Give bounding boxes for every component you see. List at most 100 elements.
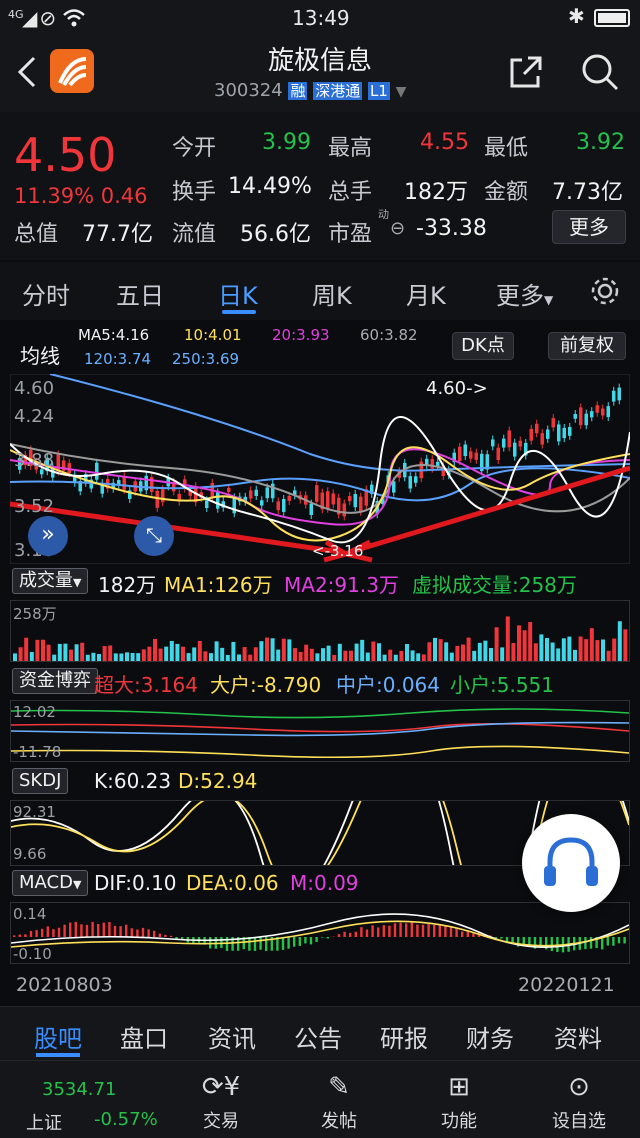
- macd-bar: [153, 930, 156, 937]
- tab-more[interactable]: 更多▼: [496, 276, 553, 311]
- macd-axis-bottom: -0.10: [13, 945, 52, 963]
- macd-bar: [57, 927, 61, 937]
- macd-bar: [455, 927, 458, 937]
- skdj-indicator-selector[interactable]: SKDJ: [12, 768, 69, 794]
- volume-bar: [259, 641, 264, 661]
- macd-bar: [181, 937, 184, 939]
- dock-watchlist[interactable]: ⊙ 设自选: [534, 1067, 624, 1133]
- volume-bar: [52, 654, 57, 661]
- index-name: 上证: [26, 1113, 62, 1134]
- tab-orderbook[interactable]: 盘口: [120, 1019, 168, 1054]
- period-tabs: 分时 五日 日K 周K 月K 更多▼: [0, 262, 640, 320]
- dropdown-icon[interactable]: ▼: [396, 84, 407, 100]
- ma-toggle[interactable]: 均线: [20, 340, 60, 369]
- adjust-button[interactable]: 前复权: [548, 332, 626, 360]
- volume-bar: [276, 649, 281, 661]
- volume-bar: [141, 649, 146, 661]
- mktcap-label: 总值: [14, 222, 59, 247]
- volume-bar: [511, 642, 516, 661]
- volume-plot[interactable]: 258万: [10, 600, 630, 662]
- search-icon[interactable]: [580, 52, 620, 92]
- skdj-k: K:60.23: [94, 769, 172, 793]
- expand-left-icon[interactable]: »: [28, 516, 68, 556]
- tab-announcements[interactable]: 公告: [294, 1019, 342, 1054]
- volume-indicator-selector[interactable]: 成交量▼: [12, 568, 89, 594]
- tab-daily-k[interactable]: 日K: [218, 276, 258, 311]
- volume-bar: [550, 642, 555, 661]
- macd-dea: DEA:0.06: [186, 871, 279, 895]
- macd-bar: [354, 931, 357, 937]
- volume-bar: [209, 653, 213, 661]
- tab-forum[interactable]: 股吧: [34, 1019, 82, 1054]
- stock-name: 旋极信息: [267, 46, 372, 76]
- macd-bar: [612, 937, 615, 946]
- macd-indicator-selector[interactable]: MACD▼: [12, 870, 89, 896]
- edit-icon: ✎: [328, 1072, 350, 1102]
- volume-bar: [483, 640, 488, 661]
- float-value: 56.6亿: [240, 222, 311, 247]
- fund-plot[interactable]: 12.02 -11.78: [10, 700, 630, 762]
- macd-bar: [74, 921, 77, 937]
- macd-bars: [10, 913, 630, 953]
- macd-bar: [511, 937, 514, 943]
- audio-float-button[interactable]: [522, 814, 620, 912]
- macd-bar: [433, 924, 436, 937]
- index-ticker[interactable]: 3534.71 上证 -0.57%: [0, 1061, 170, 1138]
- virtual-volume: 虚拟成交量:258万: [412, 573, 577, 597]
- tab-weekly-k[interactable]: 周K: [312, 276, 352, 311]
- kline-main-plot[interactable]: [10, 374, 630, 564]
- volume-bar: [181, 646, 185, 661]
- volume-bar: [169, 640, 174, 661]
- tab-five-day[interactable]: 五日: [116, 276, 164, 311]
- tab-news[interactable]: 资讯: [208, 1019, 256, 1054]
- macd-bar: [449, 926, 453, 937]
- tab-monthly-k[interactable]: 月K: [406, 276, 446, 311]
- volume-bar: [80, 642, 85, 661]
- volume-bar: [24, 637, 29, 661]
- low-value: 3.92: [576, 130, 625, 155]
- macd-bar: [382, 925, 385, 937]
- dk-point-button[interactable]: DK点: [452, 332, 514, 360]
- content-tab-indicator: [36, 1053, 80, 1057]
- volume-bar: [472, 650, 477, 661]
- volume-bar: [197, 640, 202, 661]
- macd-bar: [438, 924, 441, 937]
- settings-gear-icon[interactable]: [590, 276, 620, 306]
- more-button[interactable]: 更多: [552, 210, 626, 244]
- volume-bar: [584, 639, 589, 661]
- tab-intraday[interactable]: 分时: [22, 276, 70, 311]
- tab-reports[interactable]: 研报: [380, 1019, 428, 1054]
- volume-bar: [388, 649, 393, 661]
- dock-trade[interactable]: ⟳¥ 交易: [176, 1067, 266, 1133]
- share-icon[interactable]: [508, 54, 544, 90]
- volume-bar: [427, 642, 432, 661]
- date-end: 20220121: [518, 974, 615, 996]
- volume-bar: [438, 639, 443, 661]
- fund-indicator-selector[interactable]: 资金博弈: [12, 668, 98, 694]
- volume-bar: [410, 650, 415, 661]
- macd-bar: [113, 925, 117, 937]
- macd-bar: [472, 933, 475, 937]
- tab-financials[interactable]: 财务: [466, 1019, 514, 1054]
- volume-bar: [57, 643, 62, 661]
- dock-post[interactable]: ✎ 发帖: [294, 1067, 384, 1133]
- change-abs: 0.46: [100, 184, 148, 208]
- volume-bar: [35, 639, 40, 661]
- fullscreen-icon[interactable]: ⤡: [134, 516, 174, 556]
- caret-down-icon: ▼: [544, 293, 554, 307]
- volume-bar: [393, 654, 398, 661]
- macd-bar: [293, 937, 296, 947]
- volume-ma1: MA1:126万: [164, 573, 273, 597]
- volume-bar: [567, 636, 572, 661]
- macd-bar: [102, 922, 105, 937]
- volume-bar: [153, 638, 157, 661]
- dock-functions[interactable]: ⊞ 功能: [414, 1067, 504, 1133]
- volume-bar: [18, 647, 23, 661]
- volume-value: 182万: [404, 180, 468, 205]
- macd-bar: [550, 937, 553, 952]
- macd-bar: [97, 923, 100, 937]
- pe-label: 市盈: [328, 222, 373, 247]
- volume-current: 182万: [98, 573, 157, 597]
- tab-profile[interactable]: 资料: [554, 1019, 602, 1054]
- info-icon[interactable]: ⊖: [390, 218, 405, 239]
